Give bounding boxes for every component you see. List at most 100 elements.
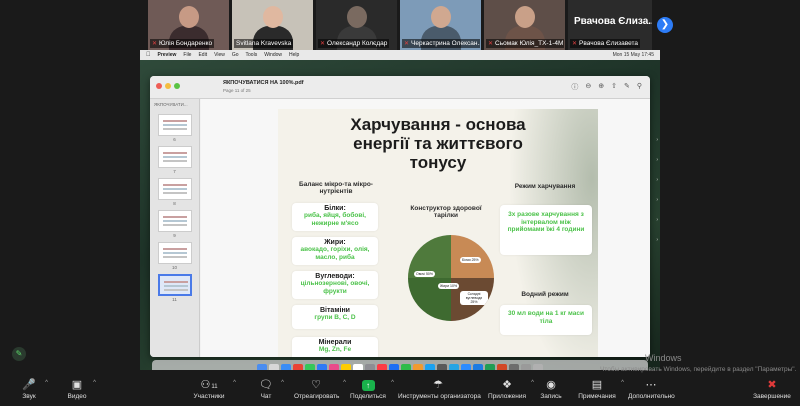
preview-window: ЯКПОЧУВАТИСЯ НА 100%.pdf Page 11 of 25 ⓘ… bbox=[150, 76, 650, 357]
page-thumbnail[interactable] bbox=[157, 210, 192, 232]
preview-icon[interactable] bbox=[509, 364, 519, 370]
finder-icon[interactable] bbox=[257, 364, 267, 370]
share-icon[interactable]: ⇧ bbox=[611, 82, 617, 92]
page-thumbnail[interactable] bbox=[157, 242, 192, 264]
telegram-icon[interactable] bbox=[449, 364, 459, 370]
page-thumbnail-selected[interactable] bbox=[157, 274, 192, 296]
zoom-icon[interactable] bbox=[461, 364, 471, 370]
slide-title-line: Харчування - основа bbox=[350, 115, 526, 134]
participant-face bbox=[514, 6, 535, 28]
powerpoint-icon[interactable] bbox=[497, 364, 507, 370]
page-thumbnail[interactable] bbox=[157, 178, 192, 200]
host-tools-button[interactable]: ☂ Инструменты организатора bbox=[398, 378, 481, 404]
chat-button[interactable]: 🗨 Чат ^ bbox=[256, 378, 284, 404]
annotate-button[interactable]: ▤ Примечания ^ bbox=[578, 378, 624, 404]
menu-item-help: Help bbox=[284, 52, 299, 58]
card-text: групи B, C, D bbox=[314, 314, 356, 321]
notes-icon[interactable] bbox=[341, 364, 351, 370]
chevron-up-icon[interactable]: ^ bbox=[621, 380, 624, 386]
participant-name: ✕ Рвачова Єлизавета bbox=[570, 39, 641, 48]
share-label: Поделиться bbox=[350, 393, 386, 400]
participant-name: Svitlana Kravevska bbox=[234, 39, 294, 48]
participant-tile[interactable]: ✕ Олександр Колєдар bbox=[316, 0, 397, 50]
participant-tile[interactable]: Svitlana Kravevska bbox=[232, 0, 313, 50]
balance-header: Баланс мікро-та мікро-нутрієнтів bbox=[299, 181, 373, 195]
end-call-icon: ✖ bbox=[767, 379, 777, 391]
menu-item-window: Window bbox=[259, 52, 282, 58]
annotate-label: Примечания bbox=[578, 393, 616, 400]
appstore-icon[interactable] bbox=[389, 364, 399, 370]
video-button[interactable]: ▣ Видео ^ bbox=[66, 378, 97, 404]
chevron-up-icon[interactable]: ^ bbox=[343, 380, 346, 386]
participant-face bbox=[178, 6, 199, 28]
next-page-arrow-icon[interactable]: ❯ bbox=[657, 17, 673, 33]
search-icon[interactable]: ⚲ bbox=[637, 82, 642, 92]
chevron-up-icon[interactable]: ^ bbox=[233, 380, 236, 386]
zoom-out-icon[interactable]: ⊖ bbox=[585, 82, 591, 92]
participant-face bbox=[262, 6, 283, 28]
plate-label: Жири 10% bbox=[438, 283, 460, 289]
chevron-up-icon[interactable]: ^ bbox=[281, 380, 284, 386]
apps-button[interactable]: ❖ Приложения ^ bbox=[488, 378, 534, 404]
pages-icon[interactable] bbox=[413, 364, 423, 370]
participant-tile[interactable]: ✕ Черкастрина Олексан... bbox=[400, 0, 481, 50]
page-number: 7 bbox=[173, 169, 176, 174]
participant-face bbox=[430, 6, 451, 28]
chevron-up-icon[interactable]: ^ bbox=[93, 380, 96, 386]
chrome-icon[interactable] bbox=[293, 364, 303, 370]
trash-icon[interactable] bbox=[533, 364, 543, 370]
messages-icon[interactable] bbox=[305, 364, 315, 370]
calendar-icon[interactable] bbox=[353, 364, 363, 370]
minimize-window-icon[interactable] bbox=[165, 83, 171, 89]
settings-icon[interactable] bbox=[365, 364, 375, 370]
info-icon[interactable]: ⓘ bbox=[571, 82, 578, 92]
muted-mic-icon: ✕ bbox=[320, 41, 326, 47]
video-label: Видео bbox=[67, 393, 87, 400]
chevron-up-icon[interactable]: ^ bbox=[531, 380, 534, 386]
thumbnail-sidebar: ЯКПОЧУВАТИ... 6 7 8 9 10 11 bbox=[150, 99, 200, 357]
apple-icon:  bbox=[146, 52, 151, 58]
excel-icon[interactable] bbox=[485, 364, 495, 370]
photos-icon[interactable] bbox=[329, 364, 339, 370]
more-button[interactable]: ⋯ Дополнительно bbox=[628, 378, 675, 404]
downloads-icon[interactable] bbox=[521, 364, 531, 370]
end-meeting-button[interactable]: ✖ Завершение bbox=[753, 378, 791, 404]
markup-icon[interactable]: ✎ bbox=[624, 82, 630, 92]
mute-label: Звук bbox=[22, 393, 36, 400]
react-button[interactable]: ♡ Отреагировать ^ bbox=[294, 378, 346, 404]
music-icon[interactable] bbox=[377, 364, 387, 370]
participant-tile[interactable]: ✕ Сьомак Юлія_ТХ-1-4М bbox=[484, 0, 565, 50]
participant-tile[interactable]: Рвачова Єлиза... ✕ Рвачова Єлизавета bbox=[568, 0, 652, 50]
more-icon: ⋯ bbox=[645, 379, 657, 391]
pencil-icon[interactable]: ✎ bbox=[12, 347, 26, 361]
chevron-up-icon[interactable]: ^ bbox=[45, 380, 48, 386]
card-carbs: Вуглеводи: цільнозернові, овочі, фрукти bbox=[292, 271, 378, 299]
participant-display-name: Рвачова Єлиза... bbox=[574, 16, 652, 27]
terminal-icon[interactable] bbox=[437, 364, 447, 370]
mute-button[interactable]: 🎤 Звук ^ bbox=[18, 378, 48, 404]
share-screen-button[interactable]: ↑ Поделиться ^ bbox=[350, 378, 394, 404]
participant-name: ✕ Черкастрина Олексан... bbox=[402, 39, 480, 48]
page-thumbnail[interactable] bbox=[157, 114, 192, 136]
word-icon[interactable] bbox=[473, 364, 483, 370]
chevron-up-icon[interactable]: ^ bbox=[391, 380, 394, 386]
mail-icon[interactable] bbox=[317, 364, 327, 370]
participant-name-text: Олександр Колєдар bbox=[327, 40, 388, 47]
zoom-in-icon[interactable]: ⊕ bbox=[598, 82, 604, 92]
numbers-icon[interactable] bbox=[401, 364, 411, 370]
safari-icon[interactable] bbox=[281, 364, 291, 370]
close-window-icon[interactable] bbox=[156, 83, 162, 89]
keynote-icon[interactable] bbox=[425, 364, 435, 370]
participant-name-text: Рвачова Єлизавета bbox=[579, 40, 639, 47]
share-screen-icon: ↑ bbox=[350, 378, 386, 393]
participants-button[interactable]: ⚇11 Участники ^ bbox=[190, 378, 236, 404]
card-fats: Жири: авокадо, горіхи, олія, масло, риба bbox=[292, 237, 378, 265]
record-button[interactable]: ◉ Запись bbox=[540, 378, 562, 404]
page-thumbnail[interactable] bbox=[157, 146, 192, 168]
zoom-window-icon[interactable] bbox=[174, 83, 180, 89]
chat-label: Чат bbox=[260, 393, 272, 400]
participant-tile[interactable]: ✕ Юлія Бондаренко bbox=[148, 0, 229, 50]
page-number: 11 bbox=[172, 297, 177, 302]
slide-title-line: енергії та життєвого bbox=[353, 134, 523, 153]
launchpad-icon[interactable] bbox=[269, 364, 279, 370]
